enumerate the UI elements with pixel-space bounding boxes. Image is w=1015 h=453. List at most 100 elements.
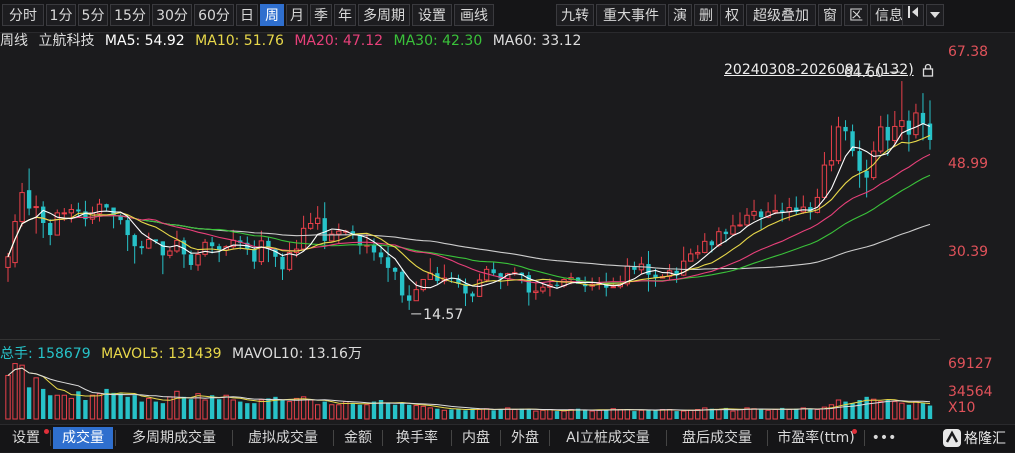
volume-bar <box>674 411 679 419</box>
volume-bar <box>293 397 300 420</box>
indicator-tab-4[interactable]: 金额 <box>336 427 380 449</box>
candle-body <box>41 206 46 223</box>
volume-bar <box>118 393 123 419</box>
candle-body <box>737 224 743 227</box>
volume-bar <box>188 399 194 419</box>
volume-bar <box>83 400 88 419</box>
volume-bar <box>202 399 208 420</box>
candle-body <box>695 251 701 255</box>
candle-body <box>132 235 137 247</box>
candle-body <box>413 289 419 302</box>
volume-bar <box>680 410 687 420</box>
volume-bar <box>871 398 877 420</box>
volume-bar <box>33 377 39 420</box>
volume-bar <box>435 408 440 419</box>
volume-bar <box>540 409 546 420</box>
volume-bar <box>526 409 532 419</box>
volume-bar <box>878 401 884 420</box>
volume-bar <box>800 407 806 420</box>
indicator-tab-5[interactable]: 换手率 <box>385 427 449 449</box>
indicator-tab-0[interactable]: 设置 <box>4 427 48 449</box>
indicator-tab-2[interactable]: 多周期成交量 <box>118 427 230 449</box>
mavol10-label: MAVOL10: 13.16万 <box>231 346 362 362</box>
volume-bar <box>885 400 890 419</box>
volume-legend: 总手: 158679 MAVOL5: 131439 MAVOL10: 13.16… <box>0 343 368 363</box>
candle-body <box>821 164 828 198</box>
candle-body <box>385 257 391 268</box>
indicator-tab-7[interactable]: 外盘 <box>503 427 547 449</box>
volume-bar <box>68 397 75 420</box>
indicator-tab-9[interactable]: 盘后成交量 <box>669 427 765 449</box>
volume-bar <box>470 408 475 419</box>
volume-bar <box>413 405 419 420</box>
volume-bar <box>646 409 651 419</box>
tab-separator <box>115 430 116 446</box>
candle-body <box>913 112 919 136</box>
candle-body <box>300 227 307 250</box>
notification-dot <box>852 429 857 434</box>
candle-body <box>857 151 862 171</box>
candle-body <box>420 278 426 291</box>
candle-body <box>744 214 750 226</box>
indicator-tab-1[interactable]: 成交量 <box>53 427 113 449</box>
candle-body <box>188 254 194 265</box>
candle-body <box>920 112 926 124</box>
volume-bar <box>814 409 821 420</box>
volume-bar <box>146 397 152 420</box>
volume-bar <box>716 409 722 420</box>
volume-bar <box>132 395 137 419</box>
tab-separator <box>382 430 383 446</box>
tab-separator <box>500 430 501 446</box>
candle-body <box>195 253 201 266</box>
volume-bar <box>920 403 926 419</box>
candle-body <box>125 220 130 236</box>
candle-body <box>723 231 729 235</box>
candle-body <box>139 246 144 249</box>
indicator-tab-10[interactable]: 市盈率(ttm) <box>770 427 862 449</box>
volume-bar <box>688 409 694 420</box>
volume-bar <box>364 404 370 420</box>
indicator-tab-8[interactable]: AI立桩成交量 <box>552 427 664 449</box>
volume-bar <box>624 409 631 420</box>
volume-axis-mid: 34564 <box>948 384 993 400</box>
candle-body <box>167 250 173 256</box>
candle-body <box>554 284 560 286</box>
candle-body <box>314 217 321 224</box>
volume-bar <box>519 408 524 419</box>
volume-bar <box>406 404 412 419</box>
volume-bar <box>252 403 257 419</box>
volume-bar <box>498 409 503 419</box>
volume-bar <box>589 410 595 420</box>
volume-bar <box>758 409 764 419</box>
volume-bar <box>314 404 321 420</box>
indicator-tab-6[interactable]: 内盘 <box>454 427 498 449</box>
volume-bar <box>441 409 448 420</box>
candle-body <box>864 170 869 178</box>
volume-bar <box>828 404 835 420</box>
gelonghui-logo: 格隆汇 <box>942 427 1012 449</box>
volume-bar <box>666 409 673 420</box>
candle-body <box>61 212 67 215</box>
volume-bar <box>512 409 518 420</box>
indicator-tab-11[interactable]: ••• <box>867 427 901 449</box>
candlestick-chart[interactable]: 64.60 14.57 <box>0 0 1015 451</box>
candle-body <box>286 251 293 270</box>
candle-body <box>533 290 539 294</box>
volume-bar <box>343 401 349 420</box>
volume-bar <box>730 410 736 420</box>
volume-bar <box>547 409 553 420</box>
candle-body <box>751 210 757 216</box>
candle-body <box>716 231 722 246</box>
volume-bar <box>307 399 314 420</box>
candle-body <box>780 210 785 212</box>
tab-separator <box>767 430 768 446</box>
candle-body <box>709 241 714 246</box>
volume-axis-top: 69127 <box>948 356 993 372</box>
candle-body <box>399 271 405 296</box>
volume-bar <box>927 405 933 419</box>
indicator-tab-3[interactable]: 虚拟成交量 <box>235 427 331 449</box>
volume-bar <box>174 390 180 420</box>
volume-bar <box>533 410 539 420</box>
volume-bar <box>913 401 919 420</box>
volume-bar <box>604 409 609 419</box>
